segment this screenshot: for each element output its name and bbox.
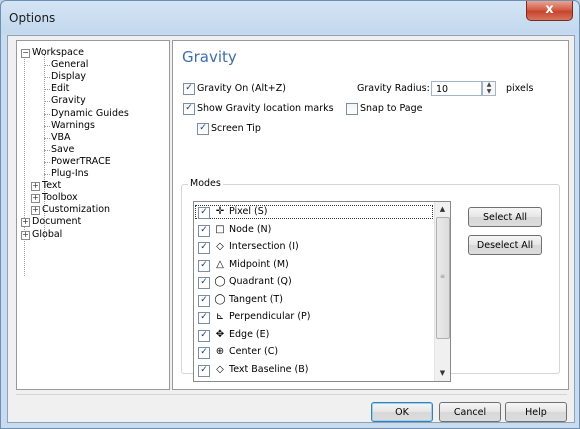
node-icon: □ [215, 223, 225, 235]
tree-item-label: Display [51, 71, 87, 83]
tree-item-label: Save [51, 143, 75, 155]
modes-label: Modes [188, 178, 223, 189]
help-button[interactable]: Help [505, 402, 567, 422]
expand-icon[interactable]: + [31, 182, 40, 192]
mode-item[interactable]: ✓ ◇ Text Baseline (B) [194, 362, 434, 378]
mode-checkbox[interactable]: ✓ [198, 329, 210, 342]
center-icon: ⊕ [215, 346, 225, 357]
tree-item-label: Plug-Ins [51, 168, 89, 179]
tree-item-label: Customization [42, 204, 111, 216]
footer-separator [16, 394, 567, 395]
options-dialog: Options x − Workspace General Display Edit Gr… [0, 0, 580, 429]
mode-item[interactable]: ✓ ◯ Quadrant (Q) [194, 274, 434, 290]
mode-checkbox[interactable]: ✓ [198, 277, 210, 289]
mode-checkbox[interactable]: ✓ [198, 364, 210, 377]
intersection-icon: ◇ [216, 241, 224, 252]
scroll-down-icon[interactable]: ▼ [435, 366, 450, 381]
mode-label: Intersection (I) [229, 241, 299, 252]
deselect-all-button[interactable]: Deselect All [468, 235, 542, 255]
gravity-radius-label: Gravity Radius: [357, 83, 430, 94]
tree-item-label: Edit [51, 83, 70, 95]
spin-down-icon[interactable]: ▼ [483, 89, 495, 96]
mode-label: Node (N) [229, 223, 272, 235]
tree-item-label: VBA [51, 131, 71, 143]
expand-icon[interactable]: + [31, 206, 40, 216]
gravity-radius-spinner[interactable]: ▲ ▼ [482, 81, 496, 96]
expand-icon[interactable]: + [21, 218, 30, 228]
mode-label: Center (C) [229, 346, 279, 357]
pixel-icon: ✛ [215, 206, 225, 217]
mode-label: Perpendicular (P) [229, 311, 311, 322]
tree-item-label: Dynamic Guides [51, 107, 129, 119]
window-title: Options [9, 11, 56, 25]
scroll-up-icon[interactable]: ▲ [435, 202, 450, 217]
tree-item-label: Text [42, 180, 62, 192]
tree-item-label: Toolbox [42, 192, 78, 204]
tree-item-label: Warnings [51, 119, 96, 131]
mode-checkbox[interactable]: ✓ [198, 224, 210, 237]
snap-to-page-checkbox[interactable] [346, 103, 358, 115]
mode-label: Edge (E) [229, 328, 270, 340]
panel-title: Gravity [182, 48, 237, 66]
tree-item-label: Global [32, 228, 63, 240]
mode-item[interactable]: ✓ ✛ Pixel (S) [194, 204, 434, 220]
gravity-on-checkbox[interactable]: ✓ [183, 83, 195, 95]
snap-to-page-label: Snap to Page [360, 103, 423, 114]
mode-item[interactable]: ✓ ◯ Tangent (T) [194, 292, 434, 308]
radius-unit-label: pixels [506, 83, 534, 94]
mode-label: Midpoint (M) [229, 258, 289, 270]
mode-checkbox[interactable]: ✓ [198, 259, 210, 272]
collapse-icon[interactable]: − [21, 49, 30, 58]
title-bar[interactable]: Options x [1, 1, 579, 35]
mode-checkbox[interactable]: ✓ [198, 312, 210, 324]
ok-button[interactable]: OK [371, 402, 433, 422]
close-icon: x [545, 2, 554, 17]
perpendicular-icon: ⊾ [215, 311, 225, 322]
tree-item-label: PowerTRACE [51, 155, 111, 167]
mode-item[interactable]: ✓ ⊕ Center (C) [194, 344, 434, 360]
mode-item[interactable]: ✓ □ Node (N) [194, 222, 434, 238]
mode-label: Text Baseline (B) [229, 363, 309, 375]
gravity-panel: Gravity ✓ Gravity On (Alt+Z) ✓ Show Grav… [172, 40, 569, 390]
mode-checkbox[interactable]: ✓ [198, 347, 210, 359]
mode-item[interactable]: ✓ ◇ Intersection (I) [194, 239, 434, 255]
show-marks-checkbox[interactable]: ✓ [183, 103, 195, 115]
mode-checkbox[interactable]: ✓ [198, 294, 210, 307]
modes-list[interactable]: ✓ ✛ Pixel (S) ✓ □ Node (N) ✓ ◇ Intersection (I) ✓… [193, 201, 451, 382]
quadrant-icon: ◯ [214, 276, 226, 287]
expand-icon[interactable]: + [21, 230, 30, 240]
text-baseline-icon: ◇ [216, 363, 224, 375]
close-button[interactable]: x [526, 1, 573, 21]
screen-tip-checkbox[interactable]: ✓ [197, 123, 209, 135]
tree-item-label: Workspace [32, 47, 84, 58]
mode-label: Pixel (S) [229, 206, 268, 217]
tangent-icon: ◯ [214, 293, 226, 305]
mode-label: Quadrant (Q) [229, 276, 292, 287]
dialog-body: − Workspace General Display Edit Gravity Dynam… [7, 35, 575, 423]
gravity-on-label: Gravity On (Alt+Z) [197, 83, 286, 94]
mode-item[interactable]: ✓ △ Midpoint (M) [194, 257, 434, 273]
show-marks-label: Show Gravity location marks [197, 103, 334, 114]
edge-icon: ✥ [215, 328, 225, 340]
cancel-button[interactable]: Cancel [439, 402, 501, 422]
mode-item[interactable]: ✓ ⊾ Perpendicular (P) [194, 309, 434, 325]
gravity-radius-input[interactable]: 10 [431, 81, 482, 96]
mode-checkbox[interactable]: ✓ [198, 207, 210, 219]
select-all-button[interactable]: Select All [468, 207, 542, 227]
grip-icon: ≡ [440, 273, 446, 280]
mode-label: Tangent (T) [229, 293, 283, 305]
mode-item[interactable]: ✓ ✥ Edge (E) [194, 327, 434, 343]
tree-item-label: Document [32, 216, 82, 228]
mode-checkbox[interactable]: ✓ [198, 242, 210, 254]
options-tree[interactable]: − Workspace General Display Edit Gravity Dynam… [16, 40, 170, 390]
modes-scrollbar[interactable]: ▲ ≡ ▼ [434, 202, 450, 381]
scroll-thumb[interactable]: ≡ [436, 217, 450, 339]
midpoint-icon: △ [216, 258, 224, 270]
tree-item-label: Gravity [51, 95, 86, 107]
expand-icon[interactable]: + [31, 194, 40, 204]
tree-item-label: General [51, 59, 89, 71]
screen-tip-label: Screen Tip [211, 123, 261, 134]
